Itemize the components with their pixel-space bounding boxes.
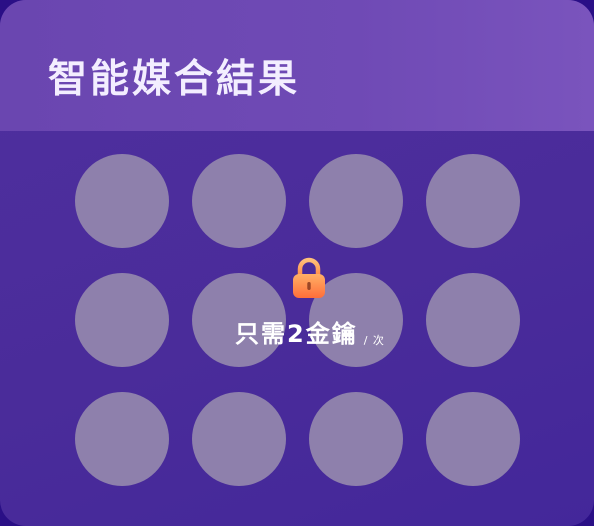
unlock-price[interactable]: 只需2金鑰 / 次 <box>235 312 385 352</box>
page-title: 智能媒合結果 <box>48 57 301 102</box>
blurred-avatar <box>192 392 286 486</box>
blurred-avatar <box>192 154 286 248</box>
price-unit-label: / 次 <box>363 334 385 347</box>
blurred-avatar <box>75 273 169 367</box>
price-label: 只需2金鑰 <box>235 320 358 348</box>
blurred-avatar <box>309 154 403 248</box>
blurred-avatar <box>75 154 169 248</box>
blurred-avatar <box>426 392 520 486</box>
match-result-card: 智能媒合結果 只需2金鑰 / 次 <box>0 0 594 526</box>
blurred-avatar <box>309 392 403 486</box>
blurred-avatar <box>426 154 520 248</box>
blurred-avatar <box>75 392 169 486</box>
blurred-avatar <box>426 273 520 367</box>
lock-icon[interactable] <box>291 257 327 299</box>
card-header: 智能媒合結果 <box>0 0 594 131</box>
